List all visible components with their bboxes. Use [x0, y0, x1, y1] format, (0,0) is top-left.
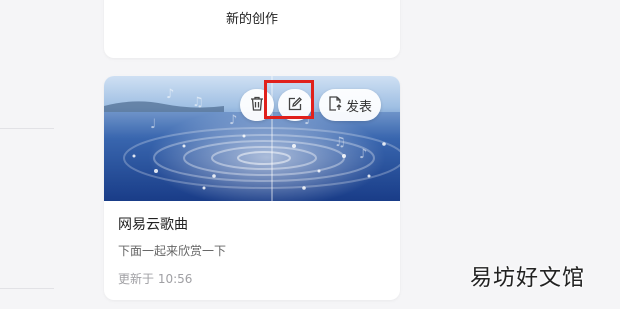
- new-creation-label: 新的创作: [225, 12, 278, 27]
- work-title: 网易云歌曲: [118, 217, 188, 233]
- trash-icon: [250, 96, 264, 115]
- publish-icon: [329, 95, 342, 115]
- svg-text:♪: ♪: [166, 87, 174, 102]
- svg-text:♪: ♪: [229, 113, 237, 128]
- svg-text:♩: ♩: [150, 117, 156, 132]
- divider: [0, 288, 54, 289]
- publish-button[interactable]: 发表: [319, 89, 381, 121]
- work-card[interactable]: ♪ ♫ ♩ ♪ ♫ ♪ ♩ 发表 网易云歌曲 下面一起来欣赏一下 更新于 10:…: [104, 76, 400, 300]
- svg-text:♫: ♫: [334, 135, 346, 150]
- svg-text:♫: ♫: [192, 95, 204, 110]
- highlight-box: [264, 80, 314, 119]
- new-creation-card[interactable]: 新的创作: [104, 0, 400, 58]
- work-description: 下面一起来欣赏一下: [118, 244, 227, 258]
- updated-time: 更新于 10:56: [118, 272, 193, 286]
- publish-label: 发表: [346, 99, 373, 115]
- divider: [0, 128, 54, 129]
- left-pane: [0, 0, 70, 309]
- watermark: 易坊好文馆: [470, 266, 586, 291]
- svg-text:♪: ♪: [359, 147, 367, 162]
